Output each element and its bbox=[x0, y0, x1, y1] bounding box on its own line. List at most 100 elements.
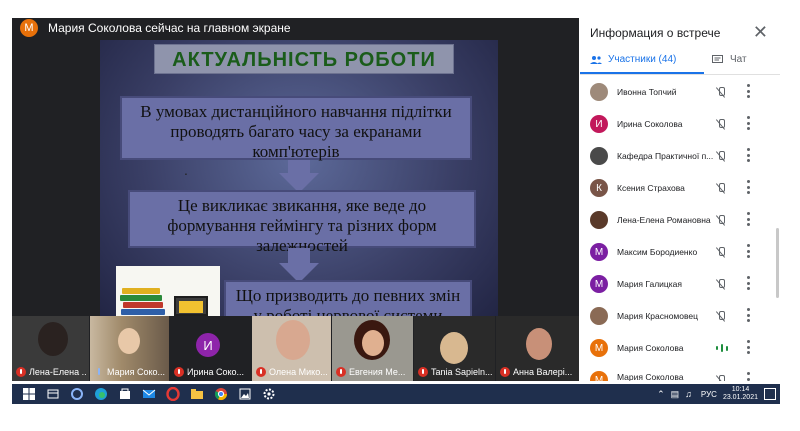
photos-icon[interactable] bbox=[238, 387, 252, 401]
mic-off-icon bbox=[256, 367, 266, 377]
presenting-banner: М Мария Соколова сейчас на главном экран… bbox=[12, 18, 579, 38]
participant-row[interactable]: М Мария Галицкая bbox=[580, 268, 776, 300]
notifications-icon[interactable] bbox=[764, 388, 776, 400]
speaking-icon bbox=[716, 343, 728, 353]
participant-avatar bbox=[590, 83, 608, 101]
network-icon[interactable]: ▤ bbox=[671, 389, 680, 400]
mic-off-icon bbox=[716, 215, 726, 225]
mic-off-icon bbox=[716, 151, 726, 161]
tab-divider bbox=[580, 74, 780, 75]
windows-start-icon[interactable] bbox=[22, 387, 36, 401]
store-icon[interactable] bbox=[118, 387, 132, 401]
more-options-icon[interactable] bbox=[746, 212, 750, 226]
participant-name: Кафедра Практичної п... bbox=[617, 151, 714, 161]
tab-participants[interactable]: Участники (44) bbox=[590, 54, 676, 65]
participant-row[interactable]: Мария Красномовец bbox=[580, 300, 776, 332]
slide-box-2: Це викликає звикання, яке веде до формув… bbox=[128, 190, 476, 255]
participant-name-block: Ирина Соколова bbox=[617, 119, 721, 129]
participant-name: Мария Галицкая bbox=[617, 279, 683, 289]
mail-icon[interactable] bbox=[142, 387, 156, 401]
cortana-icon[interactable] bbox=[70, 387, 84, 401]
more-options-icon[interactable] bbox=[746, 308, 750, 322]
participant-name: Ирина Соколова bbox=[617, 119, 683, 129]
participant-tile[interactable]: Мария Соко... bbox=[90, 316, 170, 381]
presenting-muted-icon bbox=[716, 375, 726, 381]
more-options-icon[interactable] bbox=[746, 372, 750, 381]
participant-name-block: Мария Красномовец bbox=[617, 311, 721, 321]
participant-tile[interactable]: И Ирина Соко... bbox=[170, 316, 252, 381]
more-options-icon[interactable] bbox=[746, 180, 750, 194]
file-explorer-icon[interactable] bbox=[190, 387, 204, 401]
participant-tile[interactable]: Лена-Елена ... bbox=[12, 316, 90, 381]
panel-scrollbar[interactable] bbox=[776, 228, 779, 298]
participant-row[interactable]: Лена-Елена Романовна bbox=[580, 204, 776, 236]
volume-icon[interactable]: ♫ bbox=[685, 389, 692, 399]
more-options-icon[interactable] bbox=[746, 84, 750, 98]
more-options-icon[interactable] bbox=[746, 340, 750, 354]
mic-off-icon bbox=[716, 311, 726, 321]
system-tray: ⌃ ▤ ♫ РУС 10:14 23.01.2021 bbox=[654, 384, 780, 404]
participant-name-block: Мария Галицкая bbox=[617, 279, 721, 289]
meeting-info-panel: Информация о встрече ✕ Участники (44) Ча… bbox=[580, 18, 780, 381]
participant-tile[interactable]: Евгения Ме... bbox=[332, 316, 414, 381]
mic-off-icon bbox=[16, 367, 26, 377]
mic-off-icon bbox=[716, 87, 726, 97]
tab-chat[interactable]: Чат bbox=[712, 54, 747, 65]
participant-avatar: И bbox=[590, 115, 608, 133]
participant-avatar: М bbox=[590, 275, 608, 293]
settings-icon[interactable] bbox=[262, 387, 276, 401]
book-shape bbox=[122, 288, 160, 294]
laptop-icon bbox=[174, 296, 208, 316]
participant-tile[interactable]: Анна Валері... bbox=[496, 316, 579, 381]
tile-name: Мария Соко... bbox=[107, 367, 166, 377]
participant-row[interactable]: Ивонна Топчий bbox=[580, 76, 776, 108]
face-shape bbox=[276, 320, 310, 360]
tab-chat-label: Чат bbox=[730, 54, 747, 65]
face-shape bbox=[526, 328, 552, 360]
presenting-banner-text: Мария Соколова сейчас на главном экране bbox=[48, 21, 291, 35]
input-language[interactable]: РУС bbox=[701, 390, 717, 399]
people-icon bbox=[590, 55, 602, 64]
participant-row[interactable]: И Ирина Соколова bbox=[580, 108, 776, 140]
face-shape bbox=[118, 328, 140, 354]
chevron-up-icon[interactable]: ⌃ bbox=[657, 389, 665, 400]
clock[interactable]: 10:14 23.01.2021 bbox=[723, 386, 758, 402]
more-options-icon[interactable] bbox=[746, 276, 750, 290]
participant-row[interactable]: Кафедра Практичної п... bbox=[580, 140, 776, 172]
edge-icon[interactable] bbox=[94, 387, 108, 401]
participant-tiles: Лена-Елена ... Мария Соко... И Ирина Сок… bbox=[12, 316, 579, 381]
panel-title: Информация о встрече bbox=[590, 26, 721, 40]
tile-name: Tania Sapieln... bbox=[431, 367, 493, 377]
participant-row[interactable]: М Максим Бородиенко bbox=[580, 236, 776, 268]
screen: М Мария Соколова сейчас на главном экран… bbox=[0, 0, 800, 431]
more-options-icon[interactable] bbox=[746, 244, 750, 258]
participant-tile[interactable]: Олена Мико... bbox=[252, 316, 332, 381]
participant-name-block: Мария СоколоваПоказ bbox=[617, 372, 721, 382]
more-options-icon[interactable] bbox=[746, 148, 750, 162]
down-arrow-2-stem bbox=[288, 248, 310, 264]
close-icon[interactable]: ✕ bbox=[753, 22, 768, 43]
mic-on-icon bbox=[94, 367, 104, 377]
participant-name: Мария Соколова bbox=[617, 343, 684, 353]
participant-avatar bbox=[590, 307, 608, 325]
chat-icon bbox=[712, 54, 723, 63]
opera-icon[interactable] bbox=[166, 387, 180, 401]
participant-tile[interactable]: Tania Sapieln... bbox=[414, 316, 496, 381]
participant-name: Максим Бородиенко bbox=[617, 247, 698, 257]
participant-avatar: М bbox=[590, 371, 608, 381]
participant-row[interactable]: М Мария Соколова bbox=[580, 332, 776, 364]
participant-name: Мария Соколова bbox=[617, 371, 684, 382]
slide-title: АКТУАЛЬНІСТЬ РОБОТИ bbox=[154, 44, 454, 74]
participant-row[interactable]: М Мария СоколоваПоказ bbox=[580, 364, 776, 381]
mic-off-icon bbox=[716, 279, 726, 289]
book-shape bbox=[123, 302, 163, 308]
participant-row[interactable]: К Ксения Страхова bbox=[580, 172, 776, 204]
clock-time: 10:14 bbox=[731, 386, 750, 393]
down-arrow-1-stem bbox=[288, 160, 310, 174]
participant-name-block: Максим Бородиенко bbox=[617, 247, 721, 257]
task-view-icon[interactable] bbox=[46, 387, 60, 401]
chrome-icon[interactable] bbox=[214, 387, 228, 401]
windows-taskbar: ⌃ ▤ ♫ РУС 10:14 23.01.2021 bbox=[12, 384, 780, 404]
more-options-icon[interactable] bbox=[746, 116, 750, 130]
mic-off-icon bbox=[336, 367, 346, 377]
